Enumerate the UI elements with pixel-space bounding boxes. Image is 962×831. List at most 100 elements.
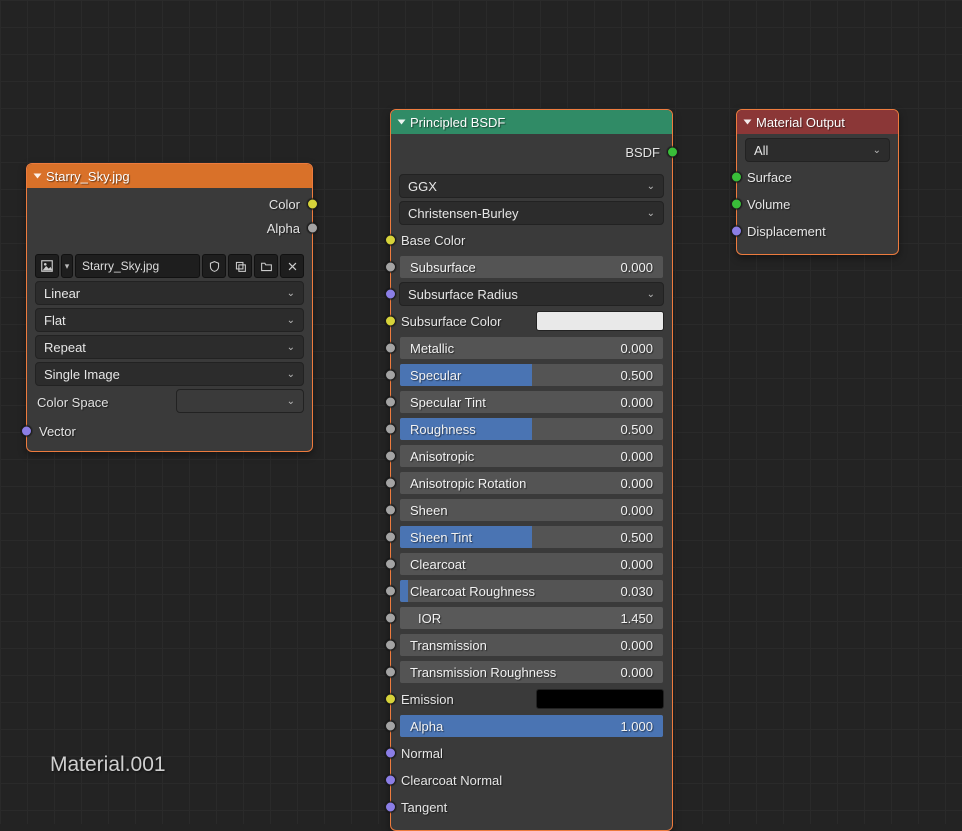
specular-slider[interactable]: Specular0.500 <box>399 363 664 387</box>
clearcoat-slider[interactable]: Clearcoat0.000 <box>399 552 664 576</box>
socket-specular-in[interactable] <box>385 370 396 381</box>
socket-alpha-in[interactable] <box>385 721 396 732</box>
input-volume[interactable]: Volume <box>745 192 890 216</box>
transmission-roughness-slider[interactable]: Transmission Roughness0.000 <box>399 660 664 684</box>
transmission-slider[interactable]: Transmission0.000 <box>399 633 664 657</box>
clearcoat-roughness-slider[interactable]: Clearcoat Roughness0.030 <box>399 579 664 603</box>
image-browse-icon[interactable] <box>35 254 59 278</box>
socket-bsdf-out[interactable] <box>667 147 678 158</box>
image-count-button[interactable]: ▾ <box>61 254 73 278</box>
input-clearcoat[interactable]: Clearcoat0.000 <box>399 552 664 576</box>
input-anisotropic-rotation[interactable]: Anisotropic Rotation0.000 <box>399 471 664 495</box>
socket-transmission-in[interactable] <box>385 640 396 651</box>
socket-base-color-in[interactable] <box>385 235 396 246</box>
input-normal[interactable]: Normal <box>399 741 664 765</box>
input-roughness[interactable]: Roughness0.500 <box>399 417 664 441</box>
metallic-slider[interactable]: Metallic0.000 <box>399 336 664 360</box>
socket-displacement-in[interactable] <box>731 226 742 237</box>
projection-dropdown[interactable]: Flat ⌄ <box>35 308 304 332</box>
socket-sheen-in[interactable] <box>385 505 396 516</box>
colorspace-dropdown[interactable]: ⌄ <box>176 389 304 413</box>
copy-icon[interactable] <box>228 254 252 278</box>
input-vector[interactable]: Vector <box>35 419 304 443</box>
subsurface-radius-dropdown[interactable]: Subsurface Radius ⌄ <box>399 282 664 306</box>
socket-tangent-in[interactable] <box>385 802 396 813</box>
socket-normal-in[interactable] <box>385 748 396 759</box>
socket-trans-rough-in[interactable] <box>385 667 396 678</box>
input-subsurface[interactable]: Subsurface 0.000 <box>399 255 664 279</box>
anisotropic-rotation-slider[interactable]: Anisotropic Rotation0.000 <box>399 471 664 495</box>
socket-sheen-tint-in[interactable] <box>385 532 396 543</box>
socket-roughness-in[interactable] <box>385 424 396 435</box>
fake-user-icon[interactable] <box>202 254 226 278</box>
socket-ior-in[interactable] <box>385 613 396 624</box>
input-metallic[interactable]: Metallic0.000 <box>399 336 664 360</box>
socket-subsurface-in[interactable] <box>385 262 396 273</box>
socket-clearcoat-in[interactable] <box>385 559 396 570</box>
ior-slider[interactable]: IOR1.450 <box>399 606 664 630</box>
anisotropic-slider[interactable]: Anisotropic0.000 <box>399 444 664 468</box>
socket-subsurface-color-in[interactable] <box>385 316 396 327</box>
socket-alpha-out[interactable] <box>307 223 318 234</box>
input-displacement[interactable]: Displacement <box>745 219 890 243</box>
extension-dropdown[interactable]: Repeat ⌄ <box>35 335 304 359</box>
socket-subsurface-radius-in[interactable] <box>385 289 396 300</box>
socket-volume-in[interactable] <box>731 199 742 210</box>
input-transmission-roughness[interactable]: Transmission Roughness0.000 <box>399 660 664 684</box>
socket-emission-in[interactable] <box>385 694 396 705</box>
image-filename[interactable]: Starry_Sky.jpg <box>75 254 200 278</box>
output-color[interactable]: Color <box>35 192 304 216</box>
sheen-tint-slider[interactable]: Sheen Tint0.500 <box>399 525 664 549</box>
socket-surface-in[interactable] <box>731 172 742 183</box>
input-clearcoat-roughness[interactable]: Clearcoat Roughness0.030 <box>399 579 664 603</box>
output-alpha[interactable]: Alpha <box>35 216 304 240</box>
socket-clearcoat-normal-in[interactable] <box>385 775 396 786</box>
input-specular[interactable]: Specular0.500 <box>399 363 664 387</box>
material-output-header[interactable]: Material Output <box>737 110 898 134</box>
input-anisotropic[interactable]: Anisotropic0.000 <box>399 444 664 468</box>
input-surface[interactable]: Surface <box>745 165 890 189</box>
socket-vector-in[interactable] <box>21 426 32 437</box>
specular-tint-slider[interactable]: Specular Tint0.000 <box>399 390 664 414</box>
alpha-slider[interactable]: Alpha1.000 <box>399 714 664 738</box>
input-subsurface-radius[interactable]: Subsurface Radius ⌄ <box>399 282 664 306</box>
input-tangent[interactable]: Tangent <box>399 795 664 819</box>
socket-aniso-rot-in[interactable] <box>385 478 396 489</box>
input-base-color[interactable]: Base Color <box>399 228 664 252</box>
subsurface-slider[interactable]: Subsurface 0.000 <box>399 255 664 279</box>
collapse-icon[interactable] <box>744 120 752 125</box>
unlink-icon[interactable] <box>280 254 304 278</box>
socket-anisotropic-in[interactable] <box>385 451 396 462</box>
input-clearcoat-normal[interactable]: Clearcoat Normal <box>399 768 664 792</box>
collapse-icon[interactable] <box>34 174 42 179</box>
open-file-icon[interactable] <box>254 254 278 278</box>
source-dropdown[interactable]: Single Image ⌄ <box>35 362 304 386</box>
input-alpha[interactable]: Alpha1.000 <box>399 714 664 738</box>
socket-color-out[interactable] <box>307 199 318 210</box>
material-output-node[interactable]: Material Output All ⌄ Surface Volume Dis… <box>736 109 899 255</box>
target-dropdown[interactable]: All ⌄ <box>745 138 890 162</box>
socket-specular-tint-in[interactable] <box>385 397 396 408</box>
bsdf-header[interactable]: Principled BSDF <box>391 110 672 134</box>
output-bsdf[interactable]: BSDF <box>399 138 664 166</box>
socket-metallic-in[interactable] <box>385 343 396 354</box>
input-transmission[interactable]: Transmission0.000 <box>399 633 664 657</box>
subsurface-color-swatch[interactable] <box>536 311 664 331</box>
principled-bsdf-node[interactable]: Principled BSDF BSDF GGX ⌄ Christensen-B… <box>390 109 673 831</box>
roughness-slider[interactable]: Roughness0.500 <box>399 417 664 441</box>
subsurface-method-dropdown[interactable]: Christensen-Burley ⌄ <box>399 201 664 225</box>
input-sheen[interactable]: Sheen0.000 <box>399 498 664 522</box>
input-sheen-tint[interactable]: Sheen Tint0.500 <box>399 525 664 549</box>
input-emission[interactable]: Emission <box>399 687 664 711</box>
image-texture-node[interactable]: Starry_Sky.jpg Color Alpha ▾ Starry_Sky.… <box>26 163 313 452</box>
socket-clearcoat-rough-in[interactable] <box>385 586 396 597</box>
input-subsurface-color[interactable]: Subsurface Color <box>399 309 664 333</box>
input-specular-tint[interactable]: Specular Tint0.000 <box>399 390 664 414</box>
collapse-icon[interactable] <box>398 120 406 125</box>
sheen-slider[interactable]: Sheen0.000 <box>399 498 664 522</box>
emission-color-swatch[interactable] <box>536 689 664 709</box>
input-ior[interactable]: IOR1.450 <box>399 606 664 630</box>
distribution-dropdown[interactable]: GGX ⌄ <box>399 174 664 198</box>
image-texture-header[interactable]: Starry_Sky.jpg <box>27 164 312 188</box>
interpolation-dropdown[interactable]: Linear ⌄ <box>35 281 304 305</box>
